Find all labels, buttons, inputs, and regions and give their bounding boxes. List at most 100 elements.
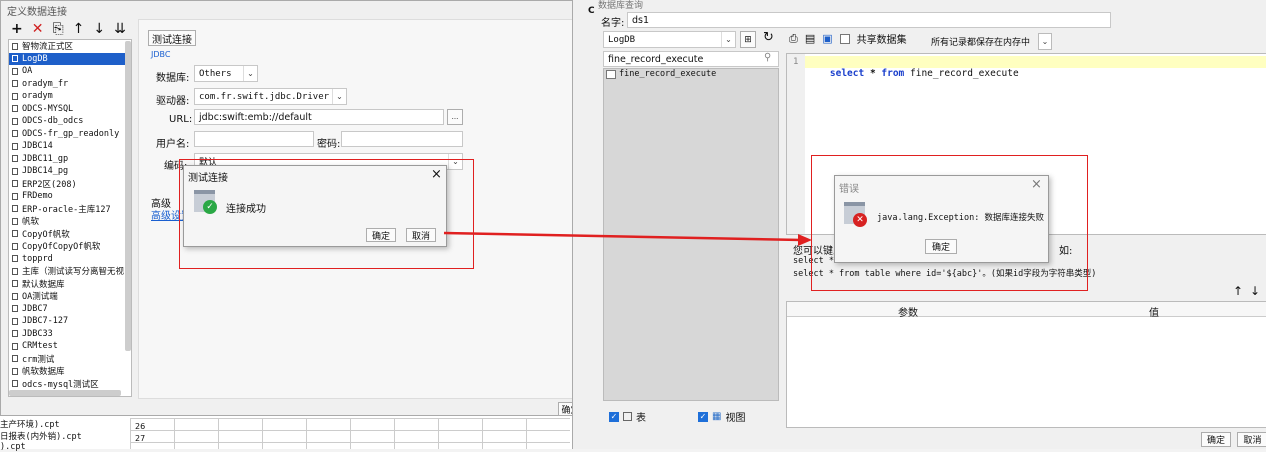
password-field[interactable] — [341, 131, 463, 147]
connection-item[interactable]: CopyOf帆软 — [9, 228, 131, 241]
database-select[interactable]: Others ⌄ — [194, 65, 258, 82]
save-mode-select[interactable]: 所有记录都保存在内存中 ⌄ — [927, 33, 1052, 50]
connection-list[interactable]: 智物流正式区 LogDB OA oradym_fr oradym ODCS-MYSQL OD… — [8, 39, 132, 397]
url-value: jdbc:swift:emb://default — [199, 111, 312, 123]
save-icon[interactable]: ▤ — [805, 32, 815, 45]
url-label: URL: — [169, 114, 193, 125]
file-item[interactable]: ).cpt — [0, 442, 26, 452]
driver-select[interactable]: com.fr.swift.jdbc.Driver ⌄ — [194, 88, 347, 105]
connection-item[interactable]: 默认数据库 — [9, 278, 131, 291]
connection-item[interactable]: 主库（测试读写分离智无视 — [9, 265, 131, 278]
connection-item[interactable]: topprd — [9, 253, 131, 266]
username-field[interactable] — [194, 131, 314, 147]
table-search-input[interactable]: fine_record_execute — [603, 51, 779, 67]
connection-item[interactable]: 智物流正式区 — [9, 40, 131, 53]
url-field[interactable]: jdbc:swift:emb://default — [194, 109, 444, 125]
table-icon — [606, 69, 616, 79]
connection-item[interactable]: OA — [9, 65, 131, 78]
search-value: fine_record_execute — [608, 53, 704, 65]
cancel-button[interactable]: 取消 — [1237, 432, 1266, 447]
search-icon[interactable]: ⚲ — [764, 52, 771, 63]
connection-item[interactable]: CRMtest — [9, 340, 131, 353]
list-scrollbar[interactable] — [125, 41, 131, 351]
move-up-icon[interactable]: ↑ — [73, 21, 85, 37]
database-icon — [12, 342, 18, 350]
view-checkbox-group[interactable]: ✓ ▦ 视图 — [698, 409, 745, 424]
password-label: 密码: — [317, 139, 341, 150]
connection-item[interactable]: ODCS-MYSQL — [9, 103, 131, 116]
connection-item[interactable]: ERP2区(208) — [9, 178, 131, 191]
connection-item[interactable]: 帆软 — [9, 215, 131, 228]
checkbox-checked[interactable]: ✓ — [698, 411, 708, 422]
user-label: 用户名: — [156, 139, 190, 150]
connection-item[interactable]: oradym — [9, 90, 131, 103]
connection-item[interactable]: JDBC14 — [9, 140, 131, 153]
window-title: 定义数据连接 — [7, 7, 67, 18]
file-item[interactable]: 主产环境).cpt — [0, 418, 60, 430]
name-value: ds1 — [632, 14, 650, 26]
list-hscroll[interactable] — [9, 390, 121, 396]
connection-item[interactable]: LogDB — [9, 52, 131, 65]
database-icon — [12, 117, 18, 125]
edit-connection-icon[interactable]: ⊞ — [740, 31, 756, 48]
connection-item[interactable]: JDBC7 — [9, 303, 131, 316]
connection-item[interactable]: OA测试端 — [9, 290, 131, 303]
connection-label: ODCS-MYSQL — [22, 103, 74, 114]
delete-icon[interactable]: ✕ — [32, 21, 44, 37]
connection-label: topprd — [22, 253, 53, 264]
connection-item[interactable]: 帆软数据库 — [9, 365, 131, 378]
connection-label: ERP-oracle-主库127 — [22, 204, 111, 215]
connection-item[interactable]: ODCS-fr_gp_readonly — [9, 128, 131, 141]
connection-item[interactable]: crm测试 — [9, 353, 131, 366]
connection-label: JDBC11_gp — [22, 153, 69, 164]
connection-label: 帆软 — [22, 217, 40, 228]
refresh-icon[interactable]: ↻ — [763, 30, 774, 45]
driver-label: 驱动器: — [156, 96, 190, 107]
highlight-box-success — [179, 159, 474, 269]
sql-text[interactable]: select * from fine_record_execute — [807, 57, 1019, 90]
table-item[interactable]: fine_record_execute — [606, 69, 716, 79]
connection-label: LogDB — [22, 53, 48, 64]
url-more-button[interactable]: ... — [447, 109, 463, 125]
connection-item[interactable]: JDBC7-127 — [9, 315, 131, 328]
preview-icon[interactable]: ⎙ — [789, 32, 798, 46]
connection-label: ERP2区(208) — [22, 179, 77, 190]
param-icon[interactable]: ▣ — [822, 32, 832, 45]
db-select[interactable]: LogDB ⌄ — [603, 31, 736, 48]
connection-item[interactable]: odcs-mysql测试区 — [9, 378, 131, 391]
database-icon — [12, 192, 18, 200]
spreadsheet-grid — [130, 418, 570, 449]
connection-item[interactable]: JDBC11_gp — [9, 153, 131, 166]
param-table[interactable] — [786, 301, 1266, 428]
connection-item[interactable]: JDBC33 — [9, 328, 131, 341]
connection-item[interactable]: oradym_fr — [9, 78, 131, 91]
ok-button[interactable]: 确定 — [1201, 432, 1231, 447]
file-item[interactable]: 日报表(内外销).cpt — [0, 430, 82, 442]
param-column-header: 参数 — [898, 308, 918, 319]
copy-icon[interactable]: ⎘ — [52, 21, 63, 37]
connection-item[interactable]: JDBC14_pg — [9, 165, 131, 178]
test-connection-button[interactable]: 测试连接 — [148, 30, 196, 46]
connection-label: CRMtest — [22, 341, 58, 352]
move-down-icon[interactable]: ↓ — [1250, 284, 1260, 298]
connection-item[interactable]: ERP-oracle-主库127 — [9, 203, 131, 216]
database-icon — [12, 280, 18, 288]
name-field[interactable]: ds1 — [627, 12, 1111, 28]
share-checkbox[interactable] — [839, 33, 850, 44]
table-checkbox-group[interactable]: ✓ 表 — [609, 409, 646, 424]
connection-label: 主库（测试读写分离智无视 — [22, 267, 125, 278]
move-up-icon[interactable]: ↑ — [1233, 284, 1243, 298]
move-down-icon[interactable]: ↓ — [93, 21, 105, 37]
connection-item[interactable]: ODCS-db_odcs — [9, 115, 131, 128]
connection-item[interactable]: FRDemo — [9, 190, 131, 203]
toolbar: + ✕ ⎘ ↑ ↓ ⇊ — [11, 21, 126, 37]
sort-icon[interactable]: ⇊ — [114, 21, 126, 37]
driver-value: com.fr.swift.jdbc.Driver — [199, 91, 330, 102]
add-icon[interactable]: + — [11, 21, 23, 37]
c-label: C — [588, 6, 595, 16]
sql-gutter — [787, 54, 805, 234]
checkbox-checked[interactable]: ✓ — [609, 411, 619, 422]
connection-label: oradym — [22, 91, 53, 102]
connection-item[interactable]: CopyOfCopyOf帆软 — [9, 240, 131, 253]
connection-label: FRDemo — [22, 191, 53, 202]
